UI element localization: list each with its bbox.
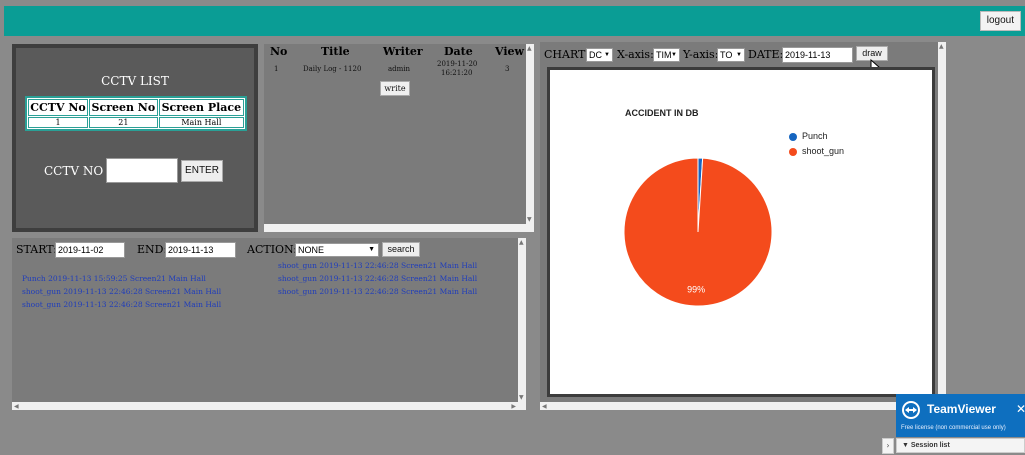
session-list-toggle[interactable]: ▼ Session list <box>896 438 1025 453</box>
cctv-col-screen-no: Screen No <box>89 99 158 116</box>
pie-chart: 99% <box>623 157 773 307</box>
board-row-title[interactable]: Daily Log - 1120 <box>303 65 361 73</box>
logout-button[interactable]: logout <box>979 11 1021 31</box>
board-row-view: 3 <box>505 65 510 73</box>
board-hscrollbar[interactable] <box>264 224 534 232</box>
log-entry[interactable]: shoot_gun 2019-11-13 22:46:28 Screen21 M… <box>22 287 221 296</box>
yaxis-label: Y-axis: <box>683 48 719 61</box>
legend-label-shoot-gun: shoot_gun <box>802 146 845 156</box>
log-panel: START: 2019-11-02 END: 2019-11-13 ACTION… <box>12 238 526 410</box>
cctv-panel: CCTV LIST CCTV No Screen No Screen Place… <box>12 44 258 232</box>
cctv-cell: 1 <box>28 117 89 128</box>
teamviewer-logo-icon <box>902 401 920 419</box>
search-button[interactable]: search <box>382 242 420 257</box>
chart-panel: CHART: DC ▼ X-axis: TIM ▼ Y-axis: TO ▼ D… <box>540 42 946 410</box>
legend-dot-punch <box>789 133 797 141</box>
cctv-col-screen-place: Screen Place <box>158 99 244 116</box>
start-date-input[interactable]: 2019-11-02 <box>55 242 125 258</box>
yaxis-value: TO <box>720 50 733 60</box>
log-entry[interactable]: shoot_gun 2019-11-13 22:46:28 Screen21 M… <box>278 274 477 283</box>
enter-button[interactable]: ENTER <box>181 160 223 182</box>
cctv-table: CCTV No Screen No Screen Place 1 21 Main… <box>25 96 247 131</box>
legend-dot-shoot-gun <box>789 148 797 156</box>
teamviewer-header: TeamViewer ✕ Free license (non commercia… <box>896 394 1025 437</box>
board-row-date: 2019-11-20 <box>437 60 478 68</box>
xaxis-select[interactable]: TIM ▼ <box>653 48 680 62</box>
chevron-down-icon: ▼ <box>736 52 742 58</box>
chart-vscrollbar[interactable]: ▲▼ <box>938 42 946 402</box>
cctv-no-input[interactable] <box>106 158 178 183</box>
cctv-no-label: CCTV NO : <box>44 164 112 178</box>
legend-label-punch: Punch <box>802 131 828 141</box>
teamviewer-expand-button[interactable]: › <box>882 438 894 454</box>
board-col-writer: Writer <box>383 45 423 58</box>
board-row-no: 1 <box>274 65 279 73</box>
chevron-down-icon: ▼ <box>604 52 610 58</box>
pie-slice-label: 99% <box>687 285 705 295</box>
board-panel: No Title Writer Date View 1 Daily Log - … <box>264 44 534 232</box>
action-label: ACTION: <box>247 243 297 256</box>
chart-canvas: ACCIDENT IN DB 99% Punch shoot_gun <box>547 67 935 397</box>
chart-date-input[interactable]: 2019-11-13 <box>782 47 853 63</box>
start-label: START: <box>16 243 57 256</box>
chart-label: CHART: <box>544 48 589 61</box>
board-row-writer: admin <box>388 65 411 73</box>
board-vscrollbar[interactable]: ▲ ▼ <box>526 44 534 232</box>
board-col-no: No <box>270 45 288 58</box>
xaxis-label: X-axis: <box>617 48 654 61</box>
end-label: END: <box>137 243 168 256</box>
table-row[interactable]: 1 21 Main Hall <box>28 117 244 128</box>
cctv-list-title: CCTV LIST <box>101 74 169 88</box>
write-button[interactable]: write <box>380 81 410 96</box>
action-select[interactable]: NONE ▼ <box>295 243 379 257</box>
top-bar <box>4 6 1025 36</box>
cctv-col-cctv-no: CCTV No <box>28 99 89 116</box>
log-hscrollbar[interactable]: ◀ ▶ <box>12 402 526 410</box>
cctv-cell: 21 <box>89 117 158 128</box>
teamviewer-title: TeamViewer <box>927 402 996 416</box>
board-row-time: 16:21:20 <box>441 69 473 77</box>
board-col-title: Title <box>321 45 350 58</box>
log-entry[interactable]: shoot_gun 2019-11-13 22:46:28 Screen21 M… <box>278 261 477 270</box>
log-vscrollbar[interactable]: ▲ ▼ <box>518 238 526 402</box>
end-date-input[interactable]: 2019-11-13 <box>165 242 236 258</box>
teamviewer-panel: TeamViewer ✕ Free license (non commercia… <box>896 394 1025 455</box>
chart-type-select[interactable]: DC ▼ <box>586 48 613 62</box>
chart-type-value: DC <box>589 50 602 60</box>
date-label: DATE: <box>748 48 784 61</box>
cctv-cell: Main Hall <box>158 117 244 128</box>
board-col-view: View <box>495 45 524 58</box>
log-entry[interactable]: shoot_gun 2019-11-13 22:46:28 Screen21 M… <box>278 287 477 296</box>
xaxis-value: TIM <box>656 50 672 60</box>
chart-hscrollbar[interactable]: ◀ <box>540 402 946 410</box>
board-col-date: Date <box>444 45 473 58</box>
close-icon[interactable]: ✕ <box>1016 402 1025 416</box>
chevron-down-icon: ▼ <box>368 246 375 253</box>
chevron-down-icon: ▼ <box>671 52 677 58</box>
log-entry[interactable]: Punch 2019-11-13 15:59:25 Screen21 Main … <box>22 274 206 283</box>
teamviewer-license-text: Free license (non commercial use only) <box>901 425 1006 431</box>
action-select-value: NONE <box>298 245 325 255</box>
yaxis-select[interactable]: TO ▼ <box>717 48 745 62</box>
log-entry[interactable]: shoot_gun 2019-11-13 22:46:28 Screen21 M… <box>22 300 221 309</box>
